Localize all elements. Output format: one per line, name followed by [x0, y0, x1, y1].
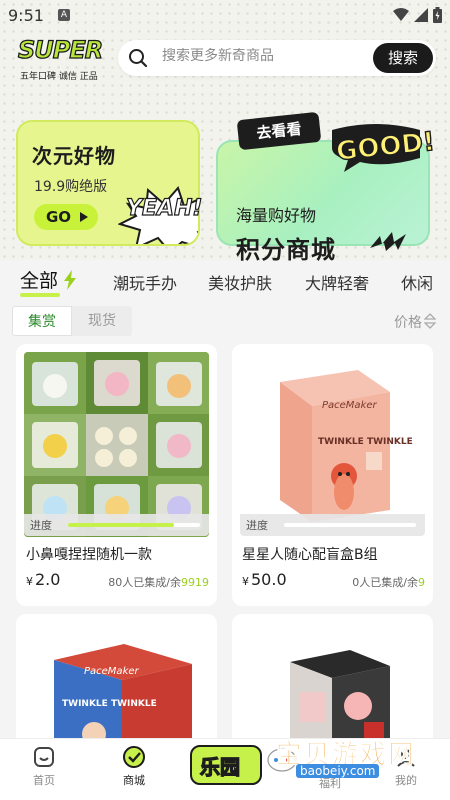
currency-symbol: ¥	[26, 575, 33, 588]
watermark-url: baobeiy.com	[296, 764, 380, 778]
status-time: 9:51	[8, 6, 44, 25]
system-icons	[393, 7, 442, 23]
mall-icon	[123, 746, 145, 768]
product-price: ¥50.0	[242, 570, 287, 589]
wifi-icon	[393, 8, 409, 21]
nav-home[interactable]: 首页	[14, 745, 74, 788]
product-image: PaceMaker TWINKLE TWINKLE	[240, 352, 425, 537]
lightning-icon	[64, 270, 76, 290]
nav-home-label: 首页	[33, 774, 55, 787]
tab-trendy-toys[interactable]: 潮玩手办	[113, 270, 177, 294]
active-tab-underline	[20, 293, 60, 297]
go-label: GO	[46, 208, 72, 226]
product-card[interactable]: 进度 小鼻嘎捏捏随机一款 ¥2.0 80人已集成/余9919	[16, 344, 217, 606]
product-title: 星星人随心配盲盒B组	[242, 547, 378, 563]
battery-icon	[433, 7, 442, 23]
product-image	[24, 352, 209, 537]
product-stock: 0人已集成/余9	[352, 574, 425, 590]
lightning-scribble-icon	[370, 232, 406, 251]
product-stock: 80人已集成/余9919	[108, 574, 209, 590]
product-image: PaceMaker TWINKLE TWINKLE	[24, 622, 209, 746]
search-input[interactable]	[162, 48, 342, 64]
product-card[interactable]	[232, 614, 433, 754]
progress-bar	[284, 523, 416, 527]
search-button[interactable]: 搜索	[373, 43, 433, 73]
product-image	[240, 622, 425, 746]
banner-left-title: 次元好物	[32, 144, 116, 168]
stock-remaining: 9919	[181, 576, 209, 589]
play-arrow-icon	[80, 212, 88, 222]
progress-bar	[68, 523, 200, 527]
progress-fill	[68, 523, 174, 527]
price-value: 50.0	[251, 570, 287, 589]
tab-leisure[interactable]: 休闲	[401, 270, 433, 294]
product-card[interactable]: PaceMaker TWINKLE TWINKLE	[16, 614, 217, 754]
progress-row: 进度	[24, 514, 209, 536]
box-brand-text: PaceMaker	[84, 666, 140, 677]
status-bar: 9:51 A	[0, 0, 450, 30]
price-value: 2.0	[35, 570, 61, 589]
box-line-text: TWINKLE TWINKLE	[62, 699, 157, 709]
signal-icon	[414, 8, 428, 22]
tab-all[interactable]: 全部	[20, 266, 58, 293]
stock-prefix: 0人已集成/余	[352, 576, 418, 589]
logo-word: SUPER	[17, 35, 104, 64]
subtab-in-stock[interactable]: 现货	[72, 306, 132, 336]
box-line-text: TWINKLE TWINKLE	[318, 437, 413, 447]
product-card[interactable]: PaceMaker TWINKLE TWINKLE 进度 星星人随心配盲盒B组 …	[232, 344, 433, 606]
logo-tagline: 五年口碑 诚信 正品	[20, 72, 98, 82]
banner-left-subtitle: 19.9购绝版	[34, 179, 108, 195]
currency-symbol: ¥	[242, 575, 249, 588]
price-sort-button[interactable]: 价格	[394, 312, 422, 332]
product-title: 小鼻嘎捏捏随机一款	[26, 547, 152, 563]
go-button[interactable]: GO	[34, 204, 98, 230]
progress-label: 进度	[246, 519, 268, 532]
points-mall-line1: 海量购好物	[236, 206, 317, 225]
tab-luxury[interactable]: 大牌轻奢	[305, 270, 369, 294]
progress-label: 进度	[30, 519, 52, 532]
notification-icon: A	[58, 9, 70, 21]
banner-bargain-goods[interactable]: 次元好物 19.9购绝版 GO	[16, 120, 200, 246]
banner-points-mall[interactable]: 海量购好物 积分商城 去看看 GOOD!	[216, 111, 437, 264]
progress-row: 进度	[240, 514, 425, 536]
product-price: ¥2.0	[26, 570, 60, 589]
search-bar[interactable]: 搜索	[118, 40, 436, 76]
sub-tabs: 集赏 现货	[12, 306, 132, 336]
nav-paradise-button[interactable]: 乐园	[190, 745, 262, 785]
stock-prefix: 80人已集成/余	[108, 576, 181, 589]
stock-remaining: 9	[418, 576, 425, 589]
nav-paradise-label: 乐园	[199, 754, 240, 779]
nav-mall[interactable]: 商城	[104, 745, 164, 788]
points-mall-title: 积分商城	[236, 236, 336, 264]
yeah-sticker-text: YEAH!	[125, 195, 203, 221]
subtab-collect[interactable]: 集赏	[12, 306, 72, 336]
tab-beauty[interactable]: 美妆护肤	[208, 270, 272, 294]
nav-mall-label: 商城	[123, 774, 145, 787]
app-logo[interactable]: SUPER 五年口碑 诚信 正品	[14, 35, 106, 86]
box-brand-text: PaceMaker	[322, 400, 378, 411]
sort-arrows-icon[interactable]	[424, 313, 436, 329]
home-icon	[34, 747, 54, 767]
search-icon	[129, 49, 148, 68]
